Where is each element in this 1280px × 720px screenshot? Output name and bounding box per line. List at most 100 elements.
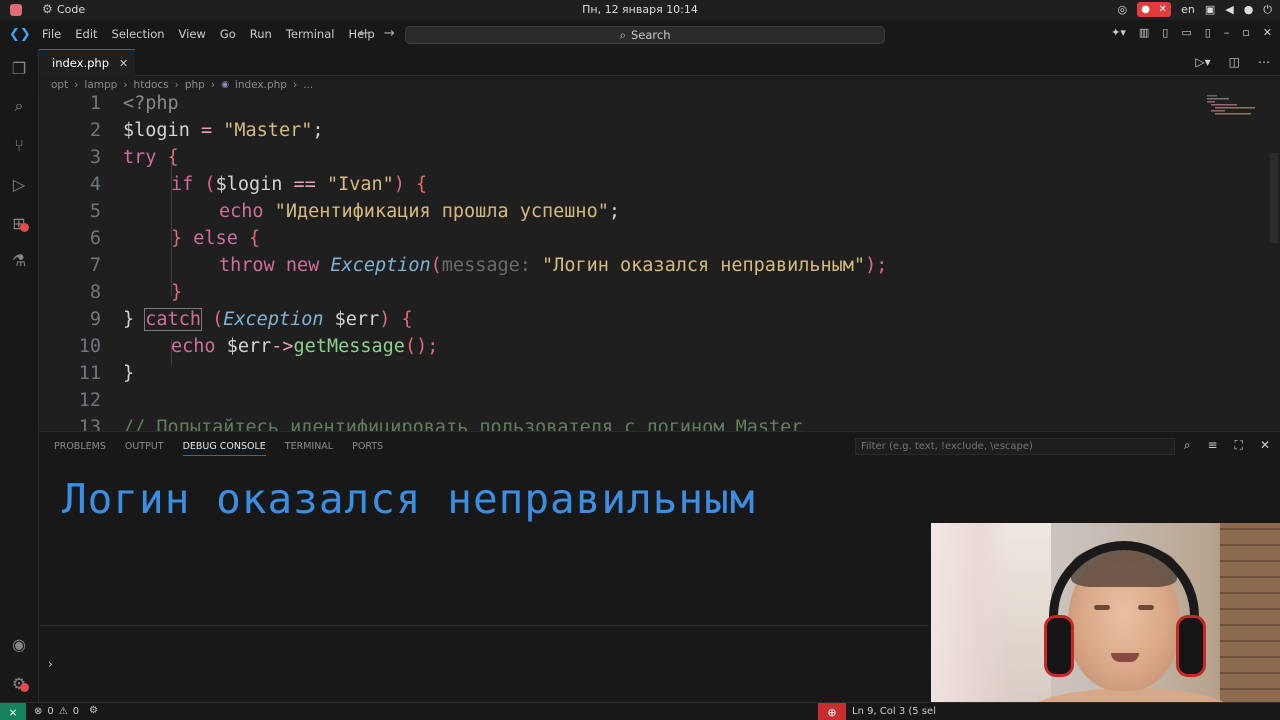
code-line-3: try { [123,147,179,168]
clear-console-icon[interactable]: ≡ [1207,438,1217,453]
run-icon[interactable]: ▷▾ [1195,55,1210,69]
toggle-sidebar-icon[interactable]: ▯ [1162,26,1168,39]
token: getMessage [293,336,405,357]
line-number: 1 [89,93,101,114]
tab-label: index.php [52,56,110,70]
system-tray: ◎ ● ✕ en ▣ ◀ ● ⏻ [1117,2,1272,17]
keyboard-layout[interactable]: en [1181,3,1195,16]
zoom-icon[interactable]: ⊕ [818,703,846,720]
search-label: Search [630,28,671,42]
debug-status-icon[interactable]: ⚙ [89,705,98,716]
flask-icon[interactable]: ⚗ [8,249,30,271]
app-launcher-icon[interactable] [10,4,22,16]
tab-ports[interactable]: PORTS [352,441,383,456]
line-number: 8 [89,282,101,303]
token: ) { [379,309,413,330]
search-icon: ⌕ [619,27,626,42]
toggle-panel-icon[interactable]: ▭ [1181,26,1191,39]
more-actions-icon[interactable]: ⋯ [1258,55,1270,69]
token: "Ivan" [326,174,394,195]
source-control-icon[interactable]: ⑂ [8,134,30,156]
breadcrumb-htdocs[interactable]: htdocs [134,79,169,91]
chrome-icon[interactable]: ◎ [1117,3,1127,16]
cursor-position[interactable]: Ln 9, Col 3 (5 sel [852,706,936,717]
filter-input[interactable] [855,438,1175,455]
console-divider [39,625,929,626]
console-prompt-chevron-icon[interactable]: › [48,657,53,671]
remote-indicator-icon[interactable]: ⨯ [0,703,26,720]
menu-file[interactable]: File [35,27,68,41]
extensions-badge [20,223,29,232]
breadcrumb-lampp[interactable]: lampp [84,79,117,91]
menu-edit[interactable]: Edit [68,27,104,41]
code-editor[interactable]: 1 <?php 2 $login = "Master"; 3 try { 4 i… [39,93,1280,431]
breadcrumb-file[interactable]: index.php [235,79,287,91]
minimize-icon[interactable]: – [1224,26,1230,39]
token: new [274,255,331,276]
copilot-icon[interactable]: ✦▾ [1111,26,1126,39]
power-icon[interactable]: ⏻ [1263,3,1272,17]
microphone-icon[interactable]: ● [1244,3,1254,16]
line-number: 6 [89,228,101,249]
main-menu: File Edit Selection View Go Run Terminal… [35,27,382,41]
token: ; [312,120,324,141]
layout-icon[interactable]: ▥ [1139,26,1149,39]
close-icon[interactable]: ✕ [119,57,128,70]
files-icon[interactable]: ❐ [8,57,30,79]
network-icon[interactable]: ▣ [1205,3,1215,16]
account-icon[interactable]: ◉ [8,633,30,655]
clock[interactable]: Пн, 12 января 10:14 [0,3,1280,16]
tab-debug-console[interactable]: DEBUG CONSOLE [182,441,266,456]
maximize-icon[interactable]: ▫ [1242,26,1249,39]
breadcrumb-php[interactable]: php [185,79,205,91]
search-icon[interactable]: ⌕ [8,95,30,117]
token: throw [219,255,275,276]
token: Exception [330,255,431,276]
close-window-icon[interactable]: ✕ [1263,26,1272,39]
settings-icon[interactable]: ⚙ [42,2,53,16]
tab-problems[interactable]: PROBLEMS [54,441,106,456]
maximize-panel-icon[interactable]: ⛶ [1235,438,1243,453]
token: if [171,174,194,195]
split-editor-icon[interactable]: ◫ [1229,55,1240,69]
run-debug-icon[interactable]: ▷ [8,173,30,195]
code-line-1: <?php [123,93,179,114]
token: { [237,228,261,249]
close-panel-icon[interactable]: ✕ [1260,438,1270,453]
token: try [123,147,157,168]
back-arrow-icon[interactable]: ← [359,26,370,41]
code-line-10: echo $err->getMessage(); [171,336,438,357]
breadcrumb-symbol[interactable]: ... [303,79,313,91]
chevron-right-icon: › [123,79,128,91]
problems-indicator[interactable]: ⊗ 0 ⚠ 0 [34,706,79,717]
code-line-13: // Попытайтесь идентифицировать пользова… [123,417,803,431]
screen-record-indicator[interactable]: ● ✕ [1137,2,1172,17]
toggle-secondary-sidebar-icon[interactable]: ▯ [1205,26,1211,39]
minimap[interactable] [1207,95,1255,115]
token: else [193,228,238,249]
forward-arrow-icon[interactable]: → [384,26,395,41]
menu-selection[interactable]: Selection [105,27,172,41]
tab-output[interactable]: OUTPUT [125,441,164,456]
tab-terminal[interactable]: TERMINAL [285,441,333,456]
menu-run[interactable]: Run [243,27,279,41]
token: ( [430,255,442,276]
menu-go[interactable]: Go [213,27,243,41]
token: } [171,228,194,249]
activity-bar: ❐ ⌕ ⑂ ▷ ⊞ ⚗ ◉ ⚙ [0,49,39,702]
os-top-bar: ⚙ Code Пн, 12 января 10:14 ◎ ● ✕ en ▣ ◀ ●… [0,0,1280,20]
token: { [156,147,179,168]
volume-icon[interactable]: ◀ [1225,3,1233,16]
menu-terminal[interactable]: Terminal [279,27,342,41]
tab-index-php[interactable]: index.php ✕ [39,49,135,76]
webcam-overlay [931,523,1280,720]
breadcrumb-opt[interactable]: opt [51,79,68,91]
menu-view[interactable]: View [172,27,213,41]
token: ( [200,309,224,330]
navigation-arrows: ← → [359,26,395,41]
filter-icon[interactable]: ⌕ [1184,438,1191,453]
command-center-search[interactable]: ⌕ Search [405,26,885,44]
editor-scrollbar[interactable] [1270,153,1278,243]
token: "Идентификация прошла успешно" [263,201,609,222]
token: "Логин оказался неправильным" [542,255,866,276]
